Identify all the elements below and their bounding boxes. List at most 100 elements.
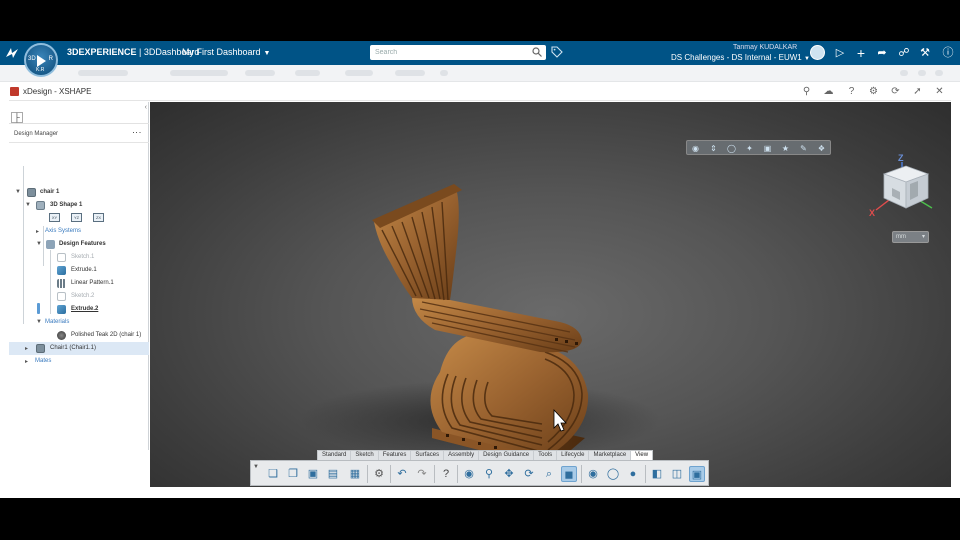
pan-icon[interactable]: ⇕ xyxy=(708,143,719,154)
tree-item-mates[interactable]: ▸ Mates xyxy=(9,355,149,368)
expand-arrow-icon[interactable]: ▼ xyxy=(36,241,42,247)
help-icon[interactable]: ? xyxy=(438,466,454,482)
render-mode-icon[interactable]: ▣ xyxy=(689,466,705,482)
properties-icon[interactable]: ▦ xyxy=(347,466,363,482)
chevron-down-icon[interactable]: ▼ xyxy=(253,464,259,470)
save-icon[interactable]: ▣ xyxy=(305,466,321,482)
unit-selector[interactable]: mm ▾ xyxy=(892,231,929,243)
tab-features[interactable]: Features xyxy=(379,451,412,460)
section-icon[interactable]: ❖ xyxy=(816,143,827,154)
fit-all-icon[interactable]: ◉ xyxy=(690,143,701,154)
search-icon[interactable] xyxy=(532,47,542,57)
open-icon[interactable]: ❐ xyxy=(285,466,301,482)
tab-marketplace[interactable]: Marketplace xyxy=(589,451,632,460)
dashboard-tab[interactable] xyxy=(245,70,275,76)
tree-item-3d-shape[interactable]: ▼ 3D Shape 1 xyxy=(9,199,149,212)
tree-item-sketch2[interactable]: Sketch.2 xyxy=(9,290,149,303)
rotate-icon[interactable]: ⟳ xyxy=(521,466,537,482)
search-input[interactable] xyxy=(370,45,530,60)
yz-plane-icon[interactable]: YZ xyxy=(71,213,82,222)
zoom-area-icon[interactable]: ⌕ xyxy=(541,466,557,482)
tab-standard[interactable]: Standard xyxy=(318,451,352,460)
play-icon[interactable]: ▷ xyxy=(833,46,847,60)
zx-plane-icon[interactable]: ZX xyxy=(93,213,104,222)
xy-plane-icon[interactable]: XY xyxy=(49,213,60,222)
ds-logo-icon[interactable] xyxy=(3,44,21,62)
new-icon[interactable]: ❏ xyxy=(265,466,281,482)
3d-viewport[interactable]: ◉ ⇕ ◯ ✦ ▣ ★ ✎ ❖ Z X mm ▾ xyxy=(150,102,951,487)
search-box[interactable] xyxy=(370,45,546,60)
compass-button[interactable]: 3D R K.R xyxy=(24,43,58,77)
ambiance-icon[interactable]: ● xyxy=(625,466,641,482)
help-icon[interactable]: ? xyxy=(845,85,858,98)
chair-model[interactable] xyxy=(150,102,951,487)
tree-item-axis-systems[interactable]: ▸ Axis Systems xyxy=(9,225,149,238)
gear-icon[interactable]: ⚙ xyxy=(867,85,880,98)
view-cube[interactable]: Z X xyxy=(866,152,946,224)
close-icon[interactable]: ✕ xyxy=(933,85,946,98)
camera-icon[interactable]: ◉ xyxy=(461,466,477,482)
tab-lifecycle[interactable]: Lifecycle xyxy=(557,451,590,460)
undo-icon[interactable]: ↶ xyxy=(394,466,410,482)
dashboard-tab[interactable] xyxy=(345,70,373,76)
more-options-icon[interactable]: ⋮ xyxy=(132,128,142,136)
search-icon[interactable]: ⚲ xyxy=(800,85,813,98)
dashboard-tab[interactable] xyxy=(295,70,320,76)
redo-icon[interactable]: ↷ xyxy=(414,466,430,482)
pin-icon[interactable]: ➚ xyxy=(911,85,924,98)
expand-arrow-icon[interactable]: ▼ xyxy=(25,202,31,208)
expand-arrow-icon[interactable]: ▼ xyxy=(15,189,21,195)
tree-item-extrude1[interactable]: Extrude.1 xyxy=(9,264,149,277)
gear-icon[interactable]: ⚙ xyxy=(371,466,387,482)
tree-item-chair1-instance[interactable]: ▸ Chair1 (Chair1.1) xyxy=(9,342,149,355)
visibility-icon[interactable]: ★ xyxy=(780,143,791,154)
tab-sketch[interactable]: Sketch xyxy=(351,451,379,460)
tree-item-sketch1[interactable]: Sketch.1 xyxy=(9,251,149,264)
dashboard-tab[interactable] xyxy=(78,70,128,76)
share-arrow-icon[interactable]: ➦ xyxy=(875,46,889,60)
tree-item-linear-pattern1[interactable]: Linear Pattern.1 xyxy=(9,277,149,290)
rotate-icon[interactable]: ◯ xyxy=(726,143,737,154)
collab-space-selector[interactable]: DS Challenges - DS Internal - EUW1 ▼ xyxy=(671,53,810,62)
collapse-panel-icon[interactable]: ‹ xyxy=(145,104,147,111)
help-icon[interactable]: ⓘ xyxy=(941,46,955,60)
strip-icon[interactable] xyxy=(900,70,908,76)
zoom-icon[interactable]: ⚲ xyxy=(481,466,497,482)
multi-view-icon[interactable]: ◫ xyxy=(669,466,685,482)
save-as-icon[interactable]: ▤ xyxy=(325,466,341,482)
tab-surfaces[interactable]: Surfaces xyxy=(411,451,445,460)
expand-arrow-icon[interactable]: ▸ xyxy=(25,345,28,352)
expand-arrow-icon[interactable]: ▸ xyxy=(25,358,28,365)
tree-item-chair1[interactable]: ▼ chair 1 xyxy=(9,186,149,199)
strip-icon[interactable] xyxy=(935,70,943,76)
view-cube-icon[interactable]: ◼ xyxy=(561,466,577,482)
expand-arrow-icon[interactable]: ▼ xyxy=(36,319,42,325)
dashboard-tab[interactable] xyxy=(170,70,228,76)
dashboard-tab[interactable] xyxy=(395,70,425,76)
cloud-icon[interactable]: ☁ xyxy=(822,85,835,98)
share-network-icon[interactable]: ☍ xyxy=(897,46,911,60)
tree-item-design-features[interactable]: ▼ Design Features xyxy=(9,238,149,251)
add-icon[interactable]: + xyxy=(854,46,868,60)
strip-icon[interactable] xyxy=(918,70,926,76)
expand-arrow-icon[interactable]: ▸ xyxy=(36,228,39,235)
pan-icon[interactable]: ✥ xyxy=(501,466,517,482)
tools-icon[interactable]: ⚒ xyxy=(918,46,932,60)
tree-item-extrude2[interactable]: Extrude.2 xyxy=(9,303,149,316)
tab-tools[interactable]: Tools xyxy=(534,451,558,460)
section-view-icon[interactable]: ◧ xyxy=(649,466,665,482)
dashboard-selector[interactable]: My First Dashboard ▼ xyxy=(182,47,270,57)
add-tab-icon[interactable] xyxy=(440,70,448,76)
tab-view[interactable]: View xyxy=(631,451,653,460)
measure-icon[interactable]: ✎ xyxy=(798,143,809,154)
tab-assembly[interactable]: Assembly xyxy=(444,451,480,460)
user-name[interactable]: Tanmay KUDALKAR xyxy=(733,44,797,51)
appearance-icon[interactable]: ◯ xyxy=(605,466,621,482)
hide-show-icon[interactable]: ◉ xyxy=(585,466,601,482)
tree-item-materials[interactable]: ▼ Materials xyxy=(9,316,149,329)
tree-view-icon[interactable]: ├ xyxy=(11,112,23,123)
zoom-icon[interactable]: ✦ xyxy=(744,143,755,154)
tag-icon[interactable] xyxy=(551,46,563,58)
tab-design-guidance[interactable]: Design Guidance xyxy=(479,451,535,460)
tree-item-material-teak[interactable]: Polished Teak 2D (chair 1) xyxy=(9,329,149,342)
